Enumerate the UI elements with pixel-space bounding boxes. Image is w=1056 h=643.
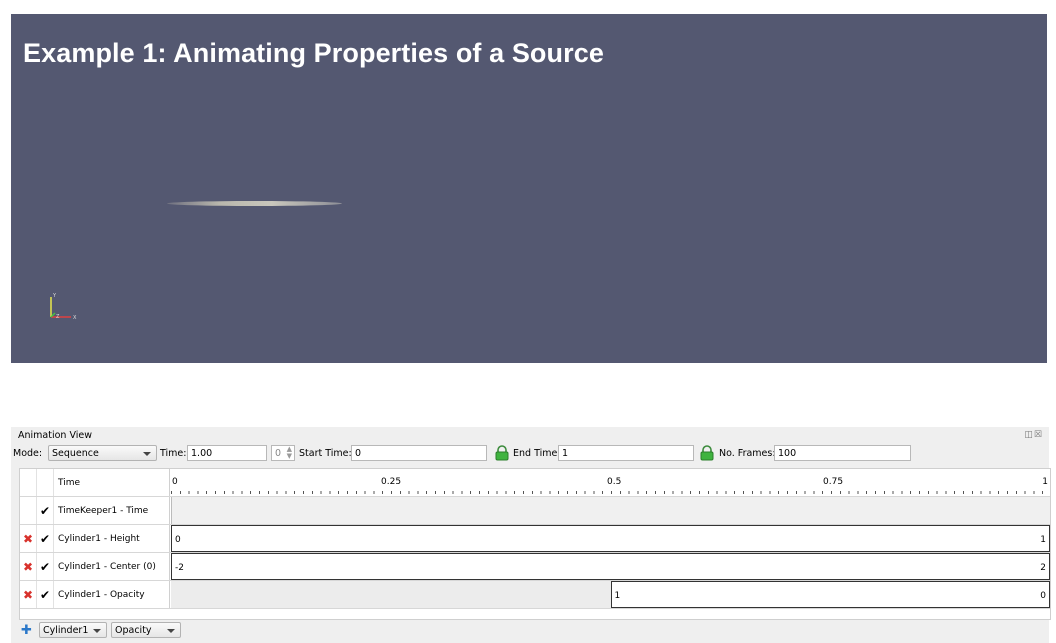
spinner-arrows-icon[interactable]: ▲ ▼ xyxy=(287,446,292,460)
timeline-header-row: Time 0 0.25 0.5 0.75 1 xyxy=(20,469,1050,497)
track-timeline[interactable]: 0 1 xyxy=(171,525,1050,552)
start-time-label: Start Time: xyxy=(299,447,352,459)
orientation-axes-icon: Y Z X xyxy=(50,293,77,321)
keyframe-segment[interactable]: 0 1 xyxy=(171,525,1050,552)
ruler-label: 0 xyxy=(172,477,178,487)
track-delete-icon[interactable]: ✖ xyxy=(20,581,37,608)
axis-y-label: Y xyxy=(52,293,57,299)
time-column-header: Time xyxy=(54,469,170,496)
keyframe-segment[interactable]: -2 2 xyxy=(171,553,1050,580)
keyframe-end-value: 2 xyxy=(1040,563,1046,573)
chevron-down-icon xyxy=(143,452,151,456)
timeline-table: Time 0 0.25 0.5 0.75 1 ✔ TimeKeeper1 - T… xyxy=(19,468,1051,620)
time-input[interactable]: 1.00 xyxy=(187,445,267,461)
end-time-label: End Time: xyxy=(513,447,561,459)
time-index-spinbox[interactable]: 0 ▲ ▼ xyxy=(271,445,295,461)
track-row[interactable]: ✖ ✔ Cylinder1 - Height 0 1 xyxy=(20,525,1050,553)
chevron-down-icon xyxy=(167,629,175,633)
keyframe-end-value: 1 xyxy=(1040,535,1046,545)
track-delete-icon[interactable]: ✖ xyxy=(20,553,37,580)
keyframe-segment[interactable]: 1 0 xyxy=(610,581,1050,608)
ruler-label: 0.25 xyxy=(381,477,402,487)
track-enable-checkbox[interactable]: ✔ xyxy=(37,553,54,580)
ruler-label: 0.75 xyxy=(823,477,844,487)
track-name: TimeKeeper1 - Time xyxy=(54,497,170,524)
add-track-row: ✚ Cylinder1 Opacity xyxy=(19,620,319,642)
time-label: Time: xyxy=(160,447,187,459)
header-spacer xyxy=(37,469,54,496)
track-row[interactable]: ✖ ✔ Cylinder1 - Center (0) -2 2 xyxy=(20,553,1050,581)
axis-x-label: X xyxy=(73,315,77,321)
ruler-label: 1 xyxy=(1042,477,1048,487)
add-track-icon[interactable]: ✚ xyxy=(21,623,32,638)
close-icon[interactable]: ☒ xyxy=(1034,430,1043,440)
keyframe-start-value: -2 xyxy=(175,563,184,573)
start-time-input[interactable]: 0 xyxy=(351,445,487,461)
end-time-lock-icon[interactable] xyxy=(698,445,716,461)
track-delete-icon[interactable]: ✖ xyxy=(20,525,37,552)
source-value: Cylinder1 xyxy=(43,624,89,636)
cylinder-object xyxy=(167,201,342,206)
mode-label: Mode: xyxy=(13,447,43,459)
keyframe-end-value: 0 xyxy=(1040,591,1046,601)
property-value: Opacity xyxy=(115,624,152,636)
slide-title: Example 1: Animating Properties of a Sou… xyxy=(23,38,604,68)
track-name: Cylinder1 - Center (0) xyxy=(54,553,170,580)
render-view[interactable]: Example 1: Animating Properties of a Sou… xyxy=(11,14,1047,363)
track-enable-checkbox[interactable]: ✔ xyxy=(37,525,54,552)
frames-input[interactable]: 100 xyxy=(774,445,911,461)
source-select[interactable]: Cylinder1 xyxy=(39,622,107,638)
track-delete-spacer xyxy=(20,497,37,524)
animation-view-panel: Animation View ◫☒ Mode: Sequence Time: 1… xyxy=(11,427,1051,643)
time-ruler[interactable]: 0 0.25 0.5 0.75 1 xyxy=(171,469,1050,496)
track-row[interactable]: ✔ TimeKeeper1 - Time xyxy=(20,497,1050,525)
track-timeline[interactable]: 1 0 xyxy=(171,581,1050,608)
keyframe-start-value: 0 xyxy=(175,535,181,545)
track-enable-checkbox[interactable]: ✔ xyxy=(37,581,54,608)
end-time-input[interactable]: 1 xyxy=(558,445,694,461)
track-name: Cylinder1 - Height xyxy=(54,525,170,552)
time-index-value: 0 xyxy=(275,447,282,459)
property-select[interactable]: Opacity xyxy=(111,622,181,638)
panel-window-buttons: ◫☒ xyxy=(1024,430,1043,440)
ruler-label: 0.5 xyxy=(607,477,622,487)
track-enable-checkbox[interactable]: ✔ xyxy=(37,497,54,524)
ruler-ticks xyxy=(171,491,1050,494)
track-name: Cylinder1 - Opacity xyxy=(54,581,170,608)
track-timeline[interactable] xyxy=(171,497,1050,524)
keyframe-start-value: 1 xyxy=(614,591,621,601)
mode-select[interactable]: Sequence xyxy=(48,445,157,461)
panel-title: Animation View xyxy=(18,430,92,441)
mode-value: Sequence xyxy=(52,447,99,459)
animation-toolbar: Mode: Sequence Time: 1.00 0 ▲ ▼ Start Tim… xyxy=(11,444,1049,464)
float-icon[interactable]: ◫ xyxy=(1024,430,1034,440)
track-row[interactable]: ✖ ✔ Cylinder1 - Opacity 1 0 xyxy=(20,581,1050,609)
chevron-down-icon xyxy=(93,629,101,633)
track-timeline[interactable]: -2 2 xyxy=(171,553,1050,580)
start-time-lock-icon[interactable] xyxy=(493,445,511,461)
frames-label: No. Frames: xyxy=(719,447,776,459)
axis-z-label: Z xyxy=(56,314,60,320)
header-spacer xyxy=(20,469,37,496)
